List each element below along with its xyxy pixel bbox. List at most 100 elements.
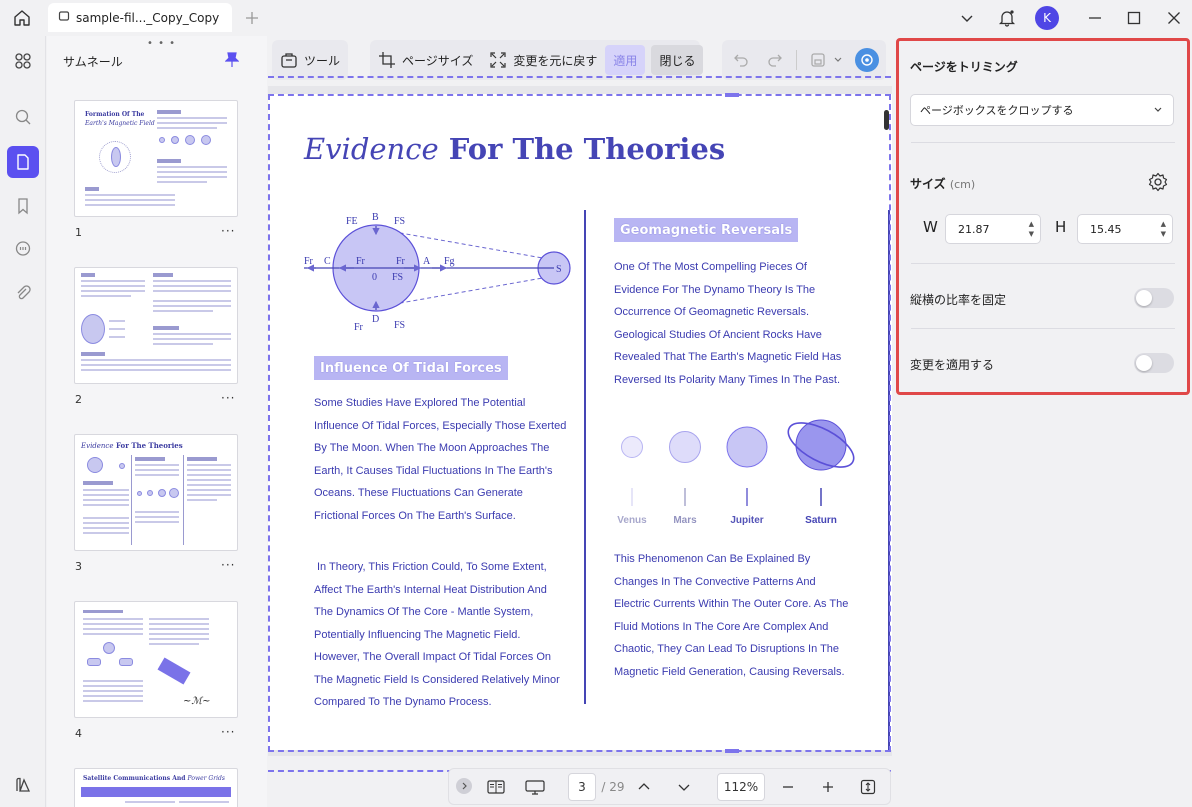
- next-page-icon[interactable]: [673, 773, 695, 801]
- planet-label-jupiter: Jupiter: [730, 515, 764, 526]
- svg-text:B: B: [372, 212, 379, 223]
- document-viewport: Evidence For The Theories B D C A 0 S FE…: [268, 86, 892, 756]
- save-icon[interactable]: [809, 51, 827, 69]
- page-size-icon: [378, 51, 396, 69]
- close-button[interactable]: 閉じる: [651, 45, 704, 75]
- width-spinner[interactable]: ▲ ▼: [1029, 219, 1034, 239]
- thumbnails-icon[interactable]: [7, 146, 39, 178]
- column-divider: [584, 210, 586, 704]
- crop-mode-select[interactable]: ページボックスをクロップする: [910, 94, 1174, 126]
- revert-changes-button[interactable]: 変更を元に戻す: [481, 45, 605, 75]
- pdf-page: Evidence For The Theories B D C A 0 S FE…: [268, 94, 892, 750]
- bookmark-icon[interactable]: [7, 190, 39, 222]
- lock-aspect-ratio-toggle[interactable]: [1134, 288, 1174, 308]
- search-icon[interactable]: [7, 101, 39, 133]
- svg-text:FS: FS: [392, 272, 403, 283]
- grid-view-icon[interactable]: [7, 45, 39, 77]
- settings-panel-icon[interactable]: [7, 769, 39, 801]
- thumbnail-panel-title: サムネール: [63, 55, 123, 69]
- pin-icon[interactable]: [224, 52, 240, 71]
- page-edge-rule: [888, 210, 890, 750]
- planets-illustration: [621, 419, 855, 506]
- page-thumbnail[interactable]: Satellite Communications And Power Grids: [74, 768, 238, 807]
- chevron-down-icon: [1153, 105, 1163, 118]
- tidal-paragraph-1: Some Studies Have Explored The Potential…: [314, 397, 567, 522]
- tidal-forces-diagram: B D C A 0 S FE FS Fr Fr Fr FS Fg Fr FS: [304, 212, 571, 333]
- lock-aspect-ratio-label: 縦横の比率を固定: [910, 293, 1007, 307]
- reversals-paragraph-2: This Phenomenon Can Be Explained By Chan…: [614, 553, 849, 678]
- apply-button[interactable]: 適用: [605, 45, 646, 75]
- apply-changes-label: 変更を適用する: [910, 358, 995, 372]
- thumbnail-page-number: 2: [75, 393, 82, 406]
- tidal-paragraph-2: In Theory, This Friction Could, To Some …: [314, 561, 560, 708]
- page-thumbnail-current[interactable]: Evidence For The Theories: [74, 434, 238, 551]
- height-label: H: [1055, 218, 1067, 236]
- total-pages: / 29: [601, 780, 625, 794]
- height-input[interactable]: 15.45 ▲ ▼: [1077, 214, 1173, 244]
- svg-text:D: D: [372, 314, 379, 325]
- zoom-in-icon[interactable]: [817, 773, 839, 801]
- apply-changes-toggle[interactable]: [1134, 353, 1174, 373]
- page-navigation-bar: 3 / 29 112%: [448, 768, 891, 805]
- svg-text:Fr: Fr: [354, 322, 364, 333]
- thumbnail-more-button[interactable]: ···: [221, 391, 235, 405]
- thumbnail-page-number: 1: [75, 226, 82, 239]
- ai-assistant-icon[interactable]: [855, 48, 879, 72]
- tab-title: sample-fil..._Copy_Copy: [76, 10, 220, 25]
- page-thumbnail[interactable]: ~ℳ~: [74, 601, 238, 718]
- document-icon: [58, 10, 70, 25]
- svg-text:Fr: Fr: [304, 256, 314, 267]
- svg-text:A: A: [423, 256, 431, 267]
- thumbnail-panel: • • • サムネール Formation Of The Earth's Mag…: [47, 36, 267, 807]
- presentation-icon[interactable]: [523, 773, 547, 801]
- page-number-input[interactable]: 3: [568, 773, 596, 801]
- thumbnail-more-button[interactable]: ···: [221, 224, 235, 238]
- page-thumbnail[interactable]: [74, 267, 238, 384]
- page-size-button[interactable]: ページサイズ: [370, 45, 481, 75]
- reversals-paragraph-1: One Of The Most Compelling Pieces Of Evi…: [614, 261, 842, 386]
- svg-text:FS: FS: [394, 320, 405, 331]
- thumbnail-more-button[interactable]: ···: [221, 725, 235, 739]
- save-options-chevron-icon[interactable]: [829, 51, 847, 69]
- title-bar: sample-fil..._Copy_Copy K: [0, 0, 1192, 36]
- zoom-level[interactable]: 112%: [717, 773, 765, 801]
- page-layout-icon[interactable]: [485, 773, 507, 801]
- fit-page-icon[interactable]: [857, 773, 879, 801]
- vertical-scrollbar[interactable]: [884, 110, 889, 130]
- prev-page-crop-edge: [268, 72, 891, 78]
- size-settings-gear-icon[interactable]: [1148, 172, 1168, 195]
- maximize-icon[interactable]: [1122, 6, 1146, 30]
- width-input[interactable]: 21.87 ▲ ▼: [945, 214, 1041, 244]
- zoom-out-icon[interactable]: [777, 773, 799, 801]
- width-label: W: [923, 218, 938, 236]
- document-tab[interactable]: sample-fil..._Copy_Copy: [48, 3, 232, 32]
- new-tab-icon[interactable]: [240, 6, 264, 30]
- undo-icon[interactable]: [732, 51, 750, 69]
- height-spinner[interactable]: ▲ ▼: [1161, 219, 1166, 239]
- toolbox-icon: [280, 51, 298, 69]
- section-heading-reversals: Geomagnetic Reversals: [614, 218, 799, 242]
- thumbnail-page-number: 4: [75, 727, 82, 740]
- previous-page-icon[interactable]: [633, 773, 655, 801]
- planet-label-mars: Mars: [673, 515, 697, 526]
- home-icon[interactable]: [10, 6, 34, 30]
- thumbnail-more-button[interactable]: ···: [221, 558, 235, 572]
- collapse-arrow-icon[interactable]: [456, 778, 472, 794]
- redo-icon[interactable]: [766, 51, 784, 69]
- attachment-icon[interactable]: [7, 277, 39, 309]
- svg-text:Fr: Fr: [396, 256, 406, 267]
- svg-text:C: C: [324, 256, 331, 267]
- trim-panel-title: ページをトリミング: [910, 60, 1018, 74]
- page-title: Evidence For The Theories: [304, 132, 726, 166]
- comment-icon[interactable]: [7, 233, 39, 265]
- minimize-icon[interactable]: [1083, 6, 1107, 30]
- chevron-down-icon[interactable]: [955, 6, 979, 30]
- notification-bell-icon[interactable]: [995, 6, 1019, 30]
- resize-grip[interactable]: • • •: [147, 38, 176, 49]
- avatar[interactable]: K: [1035, 6, 1059, 30]
- close-window-icon[interactable]: [1162, 6, 1186, 30]
- tools-button[interactable]: ツール: [272, 45, 348, 75]
- size-label: サイズ (cm): [910, 177, 976, 191]
- trim-page-panel: ページをトリミング ページボックスをクロップする サイズ (cm) W 21.8…: [896, 38, 1190, 395]
- page-thumbnail[interactable]: Formation Of The Earth's Magnetic Field: [74, 100, 238, 217]
